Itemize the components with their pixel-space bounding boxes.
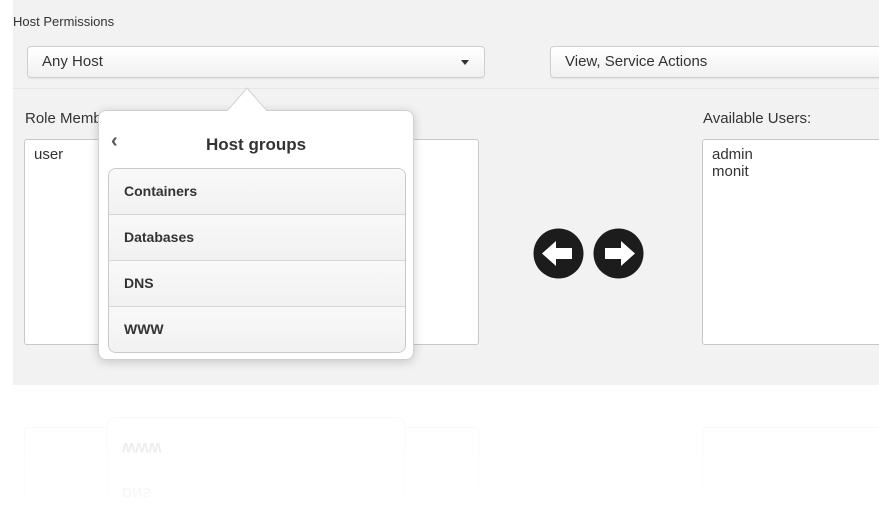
mirror-reflection: WWW DNS xyxy=(0,385,879,522)
caret-down-icon xyxy=(461,60,469,65)
reflected-text: WWW xyxy=(122,440,162,456)
reflected-popover xyxy=(107,417,405,517)
reflected-text: DNS xyxy=(122,485,152,501)
panel-title: Host Permissions xyxy=(13,14,115,29)
popover-pointer xyxy=(227,87,267,111)
divider xyxy=(13,88,879,89)
available-users-list[interactable]: admin monit xyxy=(702,139,879,345)
host-groups-popover: ‹ Host groups Containers Databases DNS W… xyxy=(98,110,414,360)
host-group-item[interactable]: Containers xyxy=(109,169,405,215)
host-group-item[interactable]: Databases xyxy=(109,215,405,261)
list-item[interactable]: monit xyxy=(712,163,879,180)
popover-title: Host groups xyxy=(205,135,307,154)
permission-select[interactable]: View, Service Actions xyxy=(550,46,879,78)
list-item[interactable]: admin xyxy=(712,146,879,163)
available-users-label: Available Users: xyxy=(703,110,812,127)
host-select-value: Any Host xyxy=(42,53,103,70)
reflected-list xyxy=(702,427,879,507)
host-group-item[interactable]: DNS xyxy=(109,261,405,307)
reflection-fade xyxy=(0,385,879,522)
host-group-item[interactable]: WWW xyxy=(109,307,405,352)
arrow-right-circle-icon[interactable] xyxy=(592,227,645,280)
arrow-left-circle-icon[interactable] xyxy=(532,227,585,280)
reflected-list xyxy=(24,427,479,507)
host-select[interactable]: Any Host xyxy=(27,46,485,78)
host-groups-list: Containers Databases DNS WWW xyxy=(108,168,406,353)
permission-select-value: View, Service Actions xyxy=(565,53,708,70)
